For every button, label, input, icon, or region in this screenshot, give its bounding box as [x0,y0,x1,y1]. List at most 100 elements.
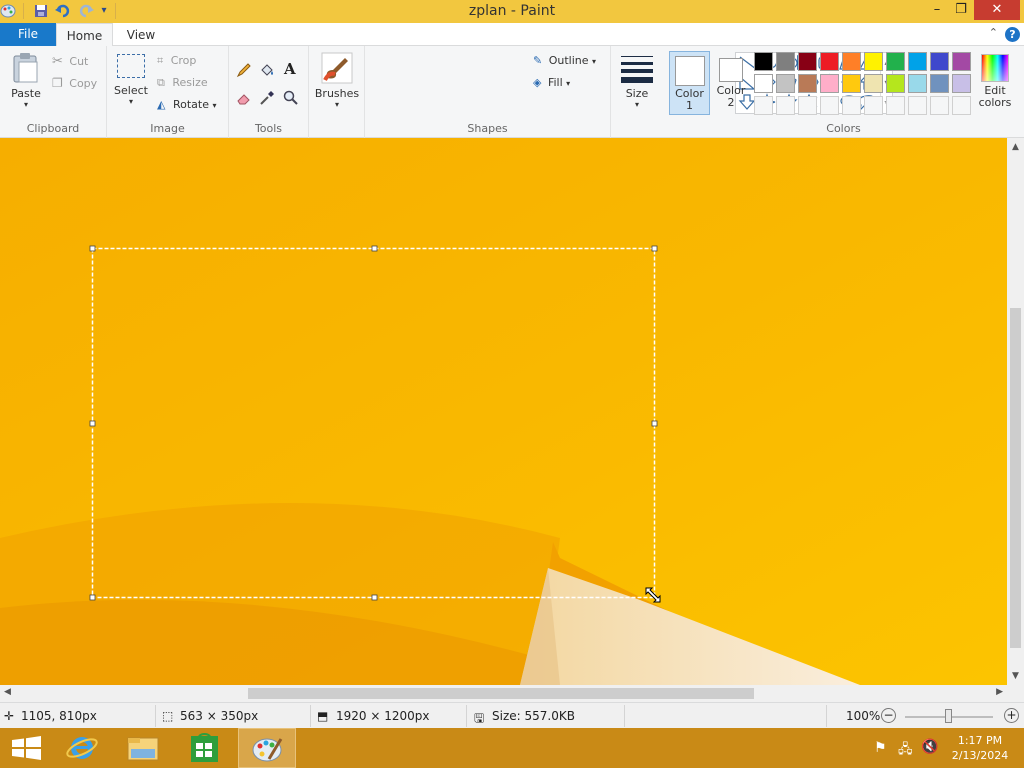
paste-button[interactable]: Paste ▾ [6,52,46,109]
rotate-button[interactable]: ◭ Rotate ▾ [157,98,217,111]
rotate-label: Rotate [172,98,209,111]
scroll-right-arrow[interactable]: ▶ [996,687,1003,697]
scroll-down-arrow[interactable]: ▼ [1007,671,1024,681]
magnifier-icon[interactable] [283,90,299,109]
color-swatch[interactable] [930,74,949,93]
divider [826,705,827,727]
color-swatch[interactable] [798,74,817,93]
color-swatch[interactable] [842,52,861,71]
color-swatch[interactable] [864,74,883,93]
color-swatch[interactable] [908,96,927,115]
minimize-button[interactable]: – [926,0,948,20]
color-swatch[interactable] [842,96,861,115]
color-swatch[interactable] [754,52,773,71]
color-swatch[interactable] [952,96,971,115]
volume-muted-icon[interactable]: 🔇 [921,739,938,755]
file-explorer-icon[interactable] [115,728,170,768]
color-swatch[interactable] [930,52,949,71]
color-swatch[interactable] [754,74,773,93]
status-bar: ✛ 1105, 810px ⬚ 563 × 350px ⬒ 1920 × 120… [0,702,1024,728]
tab-file[interactable]: File [0,23,56,46]
chevron-down-icon: ▾ [566,79,571,88]
brushes-button[interactable]: Brushes ▾ [313,52,361,109]
color-swatch[interactable] [952,52,971,71]
clock[interactable]: 1:17 PM 2/13/2024 [940,733,1020,763]
image-group-label: Image [150,122,185,135]
color-swatch[interactable] [908,74,927,93]
help-button[interactable]: ? [1005,27,1020,42]
color-swatch[interactable] [776,52,795,71]
color-swatch[interactable] [820,96,839,115]
action-center-flag-icon[interactable]: ⚑ [874,740,887,756]
color-swatch[interactable] [864,96,883,115]
windows-start-icon[interactable] [0,728,55,768]
clock-date: 2/13/2024 [951,749,1009,762]
horizontal-scroll-thumb[interactable] [248,688,754,699]
color-swatch[interactable] [798,96,817,115]
cut-button[interactable]: ✂ Cut [52,54,88,69]
internet-explorer-icon[interactable] [55,728,110,768]
image-size: 1920 × 1200px [336,709,430,723]
zoom-out-button[interactable]: − [881,708,896,723]
size-button[interactable]: Size ▾ [617,54,657,109]
size-group: Size ▾ [611,46,663,138]
color-swatch[interactable] [776,74,795,93]
color-swatch[interactable] [886,96,905,115]
cursor-position-icon: ✛ [4,709,15,723]
color2-number: 2 [727,96,735,109]
color-swatch[interactable] [754,96,773,115]
color-swatch[interactable] [820,74,839,93]
fill-icon: ◈ [533,76,542,89]
collapse-ribbon-icon[interactable]: ⌃ [989,26,998,39]
store-icon[interactable] [177,728,232,768]
divider [624,705,625,727]
vertical-scrollbar[interactable]: ▲ ▼ [1007,138,1024,685]
tab-home[interactable]: Home [56,23,113,47]
color-swatch[interactable] [886,74,905,93]
outline-button[interactable]: ✎ Outline ▾ [533,54,596,67]
select-button[interactable]: Select ▾ [113,54,149,106]
network-icon[interactable]: 🖧 [898,740,913,762]
color-swatch[interactable] [842,74,861,93]
fill-bucket-icon[interactable] [259,62,275,81]
scroll-up-arrow[interactable]: ▲ [1007,142,1024,152]
fill-button[interactable]: ◈ Fill ▾ [533,76,570,89]
zoom-slider-thumb[interactable] [945,709,952,723]
tab-view[interactable]: View [113,23,169,47]
resize-button[interactable]: ⧉ Resize [157,76,208,90]
color-swatch[interactable] [908,52,927,71]
color-swatch[interactable] [820,52,839,71]
eraser-icon[interactable] [236,90,252,109]
restore-button[interactable]: ❐ [950,0,972,20]
resize-label: Resize [172,76,208,89]
copy-button[interactable]: ❐ Copy [52,76,97,90]
color2-button[interactable]: Color 2 [713,51,749,115]
chevron-down-icon: ▾ [212,101,217,110]
pencil-icon[interactable] [236,62,252,81]
brush-icon [321,52,353,84]
color1-button[interactable]: Color 1 [669,51,710,115]
color-swatch[interactable] [798,52,817,71]
tools-group: A Tools [229,46,309,138]
outline-label: Outline [548,54,589,67]
edit-colors-button[interactable]: Edit colors [976,54,1014,109]
file-size: Size: 557.0KB [492,709,575,723]
paint-icon[interactable] [238,728,296,768]
close-button[interactable]: ✕ [974,0,1020,20]
divider [155,705,156,727]
zoom-in-button[interactable]: + [1004,708,1019,723]
horizontal-scrollbar[interactable]: ◀ ▶ [0,685,1007,702]
color-picker-icon[interactable] [259,90,275,109]
color-swatch[interactable] [776,96,795,115]
color-swatch[interactable] [930,96,949,115]
brushes-label: Brushes [314,87,360,100]
scroll-left-arrow[interactable]: ◀ [4,687,11,697]
text-tool-icon[interactable]: A [284,60,296,78]
color-swatch[interactable] [886,52,905,71]
color-swatch[interactable] [864,52,883,71]
drawing-canvas[interactable] [0,138,1007,685]
vertical-scroll-thumb[interactable] [1010,308,1021,648]
color-palette [754,52,974,118]
crop-button[interactable]: ⌗ Crop [157,54,196,68]
color-swatch[interactable] [952,74,971,93]
